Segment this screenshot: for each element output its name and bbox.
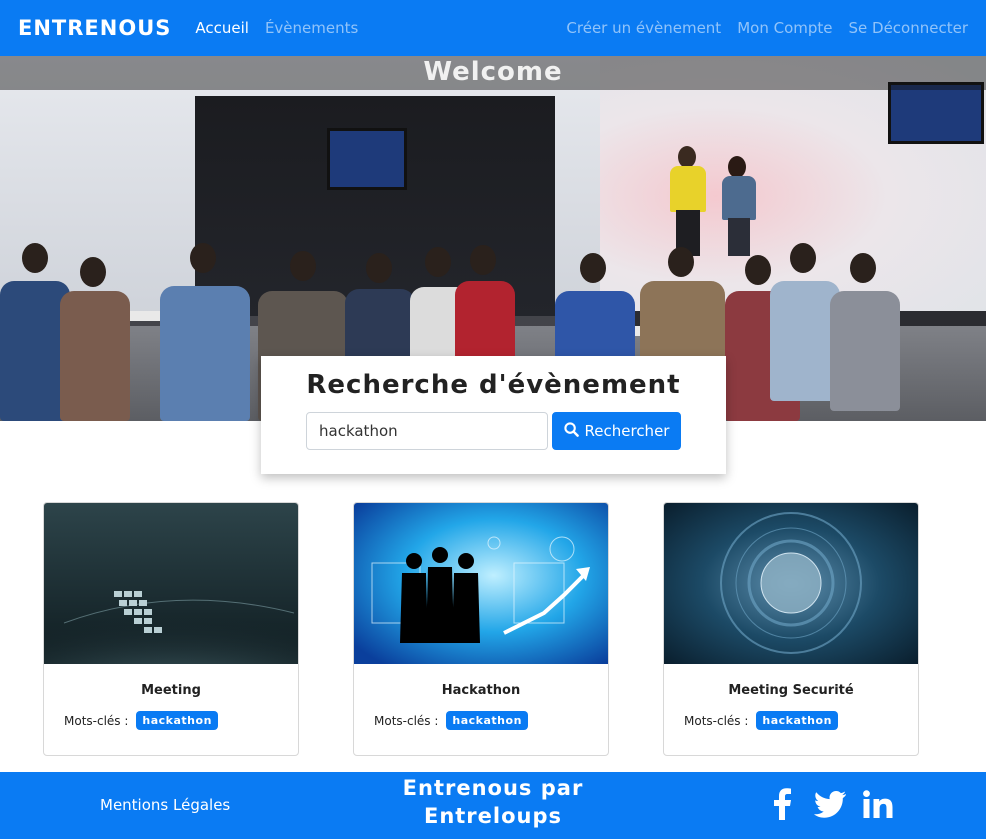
nav-link-create-event[interactable]: Créer un évènement (566, 19, 721, 37)
social-links (765, 787, 895, 821)
linkedin-icon[interactable] (861, 787, 895, 821)
keywords-label: Mots-clés : (374, 713, 439, 728)
keywords-label: Mots-clés : (64, 713, 129, 728)
event-title: Meeting (141, 683, 201, 698)
footer: Mentions Légales Entrenous par Entreloup… (0, 772, 986, 839)
keyword-badge[interactable]: hackathon (446, 711, 528, 730)
event-card-hackathon[interactable]: Hackathon Mots-clés : hackathon (353, 502, 609, 756)
facebook-icon[interactable] (765, 787, 799, 821)
footer-title: Entrenous par Entreloups (390, 774, 596, 830)
event-image (44, 503, 298, 664)
keywords-label: Mots-clés : (684, 713, 749, 728)
search-title: Recherche d'évènement (306, 370, 681, 400)
event-card-meeting-securite[interactable]: Meeting Securité Mots-clés : hackathon (663, 502, 919, 756)
keyword-badge[interactable]: hackathon (136, 711, 218, 730)
navbar: ENTRENOUS Accueil Évènements Créer un év… (0, 0, 986, 56)
nav-link-my-account[interactable]: Mon Compte (737, 19, 832, 37)
keywords-row: Mots-clés : hackathon (64, 711, 218, 730)
event-image (664, 503, 918, 664)
nav-link-accueil[interactable]: Accueil (195, 19, 249, 37)
search-button-label: Rechercher (584, 422, 670, 440)
brand-logo[interactable]: ENTRENOUS (18, 16, 171, 40)
nav-left: Accueil Évènements (195, 19, 358, 37)
event-title: Meeting Securité (728, 683, 854, 698)
legal-notice-link[interactable]: Mentions Légales (100, 796, 230, 814)
event-card-meeting[interactable]: Meeting Mots-clés : hackathon (43, 502, 299, 756)
search-input[interactable] (306, 412, 548, 450)
welcome-heading: Welcome (423, 57, 563, 87)
keywords-row: Mots-clés : hackathon (684, 711, 838, 730)
event-image (354, 503, 608, 664)
keyword-badge[interactable]: hackathon (756, 711, 838, 730)
footer-title-line2: Entreloups (423, 804, 563, 828)
twitter-icon[interactable] (813, 787, 847, 821)
stage-screen-left (327, 128, 407, 190)
nav-link-logout[interactable]: Se Déconnecter (849, 19, 969, 37)
nav-right: Créer un évènement Mon Compte Se Déconne… (566, 19, 968, 37)
footer-title-line1: Entrenous par (402, 776, 584, 800)
keywords-row: Mots-clés : hackathon (374, 711, 528, 730)
event-title: Hackathon (441, 683, 521, 698)
nav-link-evenements[interactable]: Évènements (265, 19, 358, 37)
search-icon (563, 421, 579, 441)
search-button[interactable]: Rechercher (552, 412, 681, 450)
search-card: Recherche d'évènement Rechercher (261, 356, 726, 474)
stage-screen-right (888, 82, 984, 144)
